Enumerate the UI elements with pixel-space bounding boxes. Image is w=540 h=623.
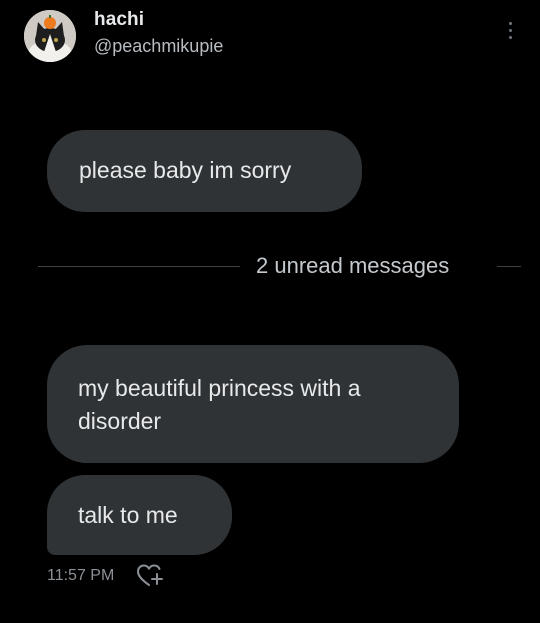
conversation-header: hachi @peachmikupie (0, 0, 540, 80)
avatar-cat-image (24, 10, 76, 62)
avatar[interactable] (24, 10, 76, 62)
message-timestamp: 11:57 PM (47, 567, 115, 584)
message-text: please baby im sorry (79, 157, 292, 183)
heart-add-icon[interactable] (136, 563, 166, 589)
more-dot (508, 21, 512, 25)
more-dot (508, 28, 512, 32)
divider-line-left (38, 266, 240, 267)
user-handle[interactable]: @peachmikupie (94, 36, 223, 57)
message-bubble[interactable]: please baby im sorry (47, 130, 362, 212)
message-text: talk to me (78, 502, 178, 528)
message-text: my beautiful princess with a disorder (78, 375, 361, 434)
more-dot (508, 35, 512, 39)
message-bubble[interactable]: my beautiful princess with a disorder (47, 345, 459, 463)
more-icon[interactable] (500, 16, 520, 44)
divider-line-right (497, 266, 521, 267)
dm-conversation: hachi @peachmikupie please baby im sorry… (0, 0, 540, 623)
message-bubble[interactable]: talk to me (47, 475, 232, 555)
unread-divider-label: 2 unread messages (256, 253, 450, 278)
display-name[interactable]: hachi (94, 9, 144, 31)
heart-add-icon-graphic (137, 564, 163, 586)
